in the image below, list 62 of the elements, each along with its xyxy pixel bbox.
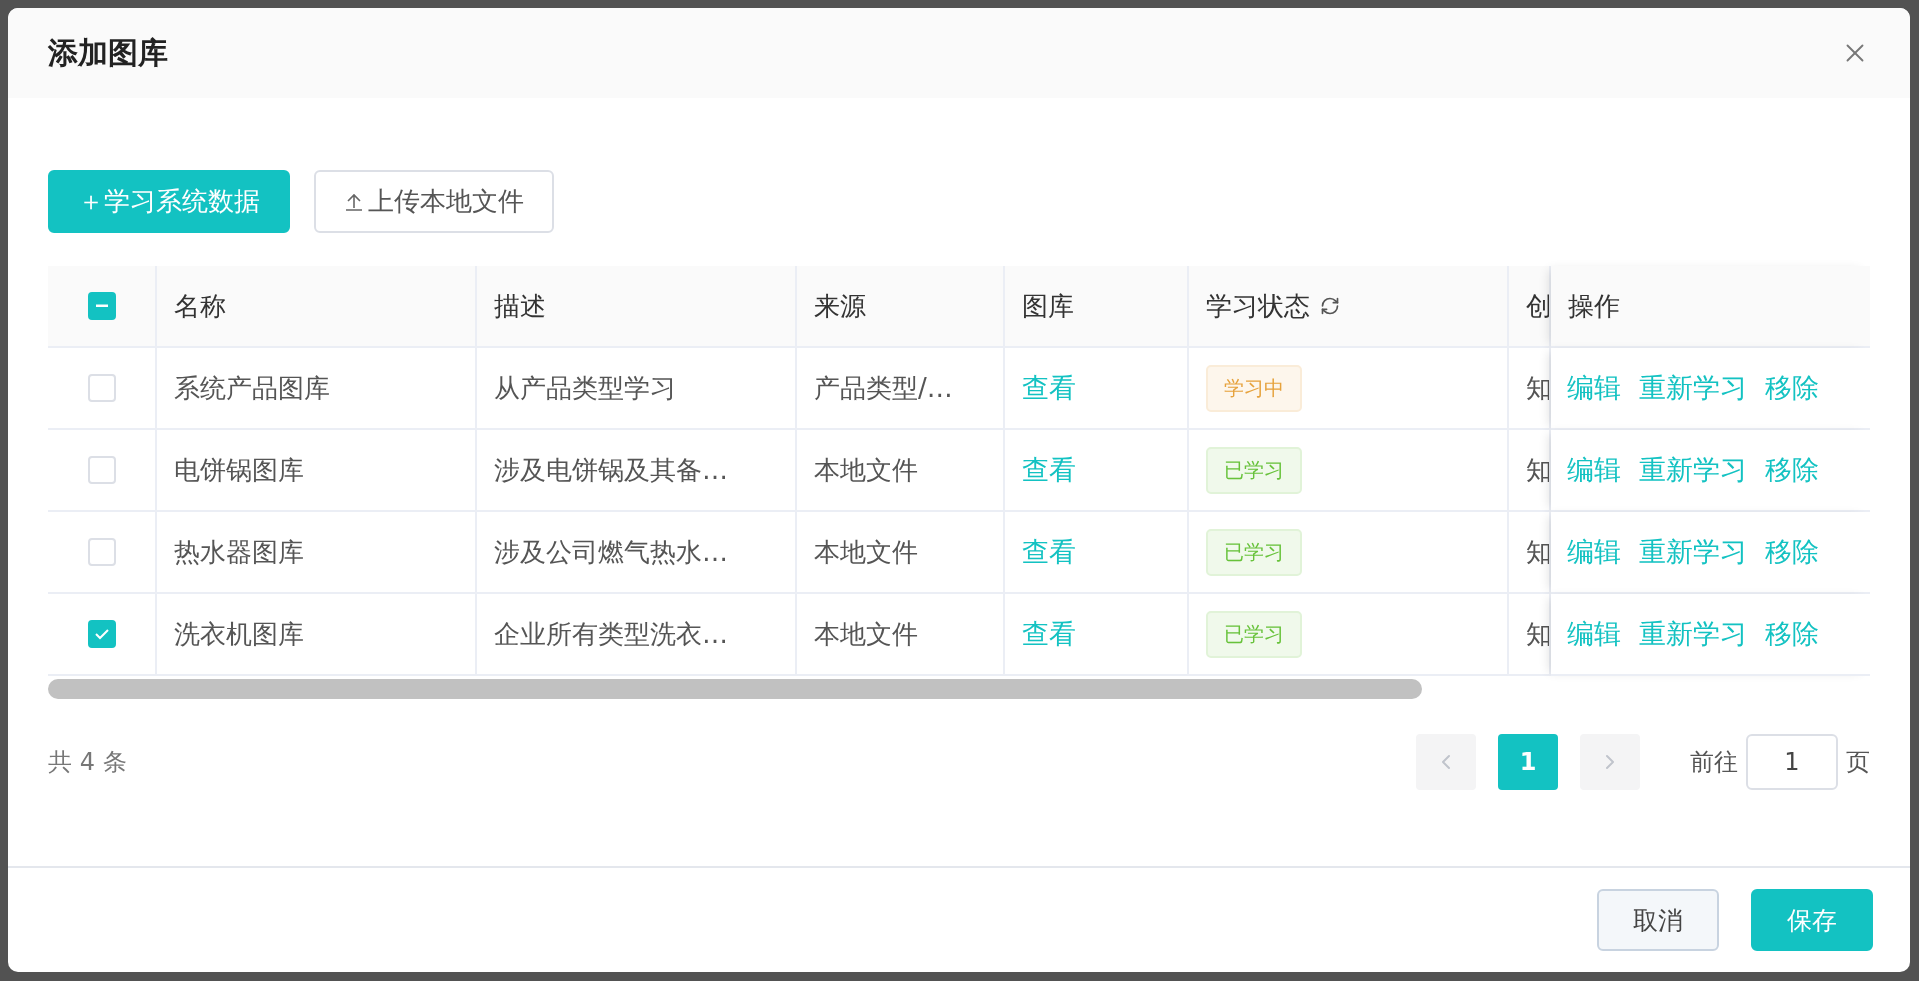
upload-icon (344, 191, 364, 212)
table-cell-text: 知 (1526, 453, 1549, 487)
column-header: 操作 (1568, 289, 1620, 323)
save-button[interactable]: 保存 (1751, 889, 1873, 951)
view-link[interactable]: 查看 (1022, 534, 1076, 570)
check-icon (93, 628, 110, 640)
table-cell-text: 本地文件 (814, 453, 918, 487)
minus-icon (95, 304, 108, 308)
total-count: 共 4 条 (48, 747, 127, 778)
table-cell-text: 洗衣机图库 (174, 617, 304, 651)
table-cell-text: 知 (1526, 371, 1549, 405)
action-link[interactable]: 移除 (1765, 616, 1819, 652)
action-link[interactable]: 重新学习 (1639, 370, 1747, 406)
status-tag: 学习中 (1206, 364, 1302, 412)
action-link[interactable]: 重新学习 (1639, 534, 1747, 570)
page-suffix: 页 (1846, 747, 1870, 778)
table-cell-text: 热水器图库 (174, 535, 304, 569)
column-header: 名称 (174, 289, 226, 323)
action-link[interactable]: 移除 (1765, 370, 1819, 406)
table-cell-text: 系统产品图库 (174, 371, 330, 405)
action-link[interactable]: 编辑 (1567, 534, 1621, 570)
table-cell-text: 涉及公司燃气热水… (494, 535, 728, 569)
column-header: 创 (1526, 289, 1549, 323)
table-cell-text: 知 (1526, 535, 1549, 569)
table-cell-text: 企业所有类型洗衣… (494, 617, 728, 651)
table-cell-text: 知 (1526, 617, 1549, 651)
upload-button[interactable]: 上传本地文件 (314, 170, 554, 233)
status-tag: 已学习 (1206, 446, 1302, 494)
table-cell-text: 本地文件 (814, 617, 918, 651)
checkbox[interactable] (87, 620, 116, 648)
page-button[interactable]: 1 (1498, 734, 1558, 790)
status-tag: 已学习 (1206, 528, 1302, 576)
table-cell-text: 涉及电饼锅及其备… (494, 453, 728, 487)
scrollbar-thumb[interactable] (48, 679, 1422, 699)
action-link[interactable]: 重新学习 (1639, 616, 1747, 652)
column-header: 图库 (1022, 289, 1074, 323)
page-input[interactable]: 1 (1746, 734, 1838, 790)
view-link[interactable]: 查看 (1022, 616, 1076, 652)
goto-label: 前往 (1690, 747, 1738, 778)
view-link[interactable]: 查看 (1022, 370, 1076, 406)
cancel-button[interactable]: 取消 (1597, 889, 1719, 951)
action-link[interactable]: 移除 (1765, 534, 1819, 570)
column-header: 描述 (494, 289, 546, 323)
action-link[interactable]: 编辑 (1567, 452, 1621, 488)
status-tag: 已学习 (1206, 610, 1302, 658)
table-cell-text: 电饼锅图库 (174, 453, 304, 487)
checkbox[interactable] (87, 292, 116, 320)
action-link[interactable]: 重新学习 (1639, 452, 1747, 488)
column-header: 来源 (814, 289, 866, 323)
learn-data-button[interactable]: ＋学习系统数据 (48, 170, 290, 233)
table-cell-text: 本地文件 (814, 535, 918, 569)
refresh-icon[interactable] (1320, 296, 1340, 316)
action-link[interactable]: 移除 (1765, 452, 1819, 488)
view-link[interactable]: 查看 (1022, 452, 1076, 488)
table-cell-text: 从产品类型学习 (494, 371, 676, 405)
next-page-button[interactable] (1580, 734, 1640, 790)
action-link[interactable]: 编辑 (1567, 616, 1621, 652)
table-cell-text: 产品类型/… (814, 371, 953, 405)
column-header: 学习状态 (1206, 288, 1340, 324)
dialog-title: 添加图库 (48, 33, 168, 72)
prev-page-button[interactable] (1416, 734, 1476, 790)
action-link[interactable]: 编辑 (1567, 370, 1621, 406)
